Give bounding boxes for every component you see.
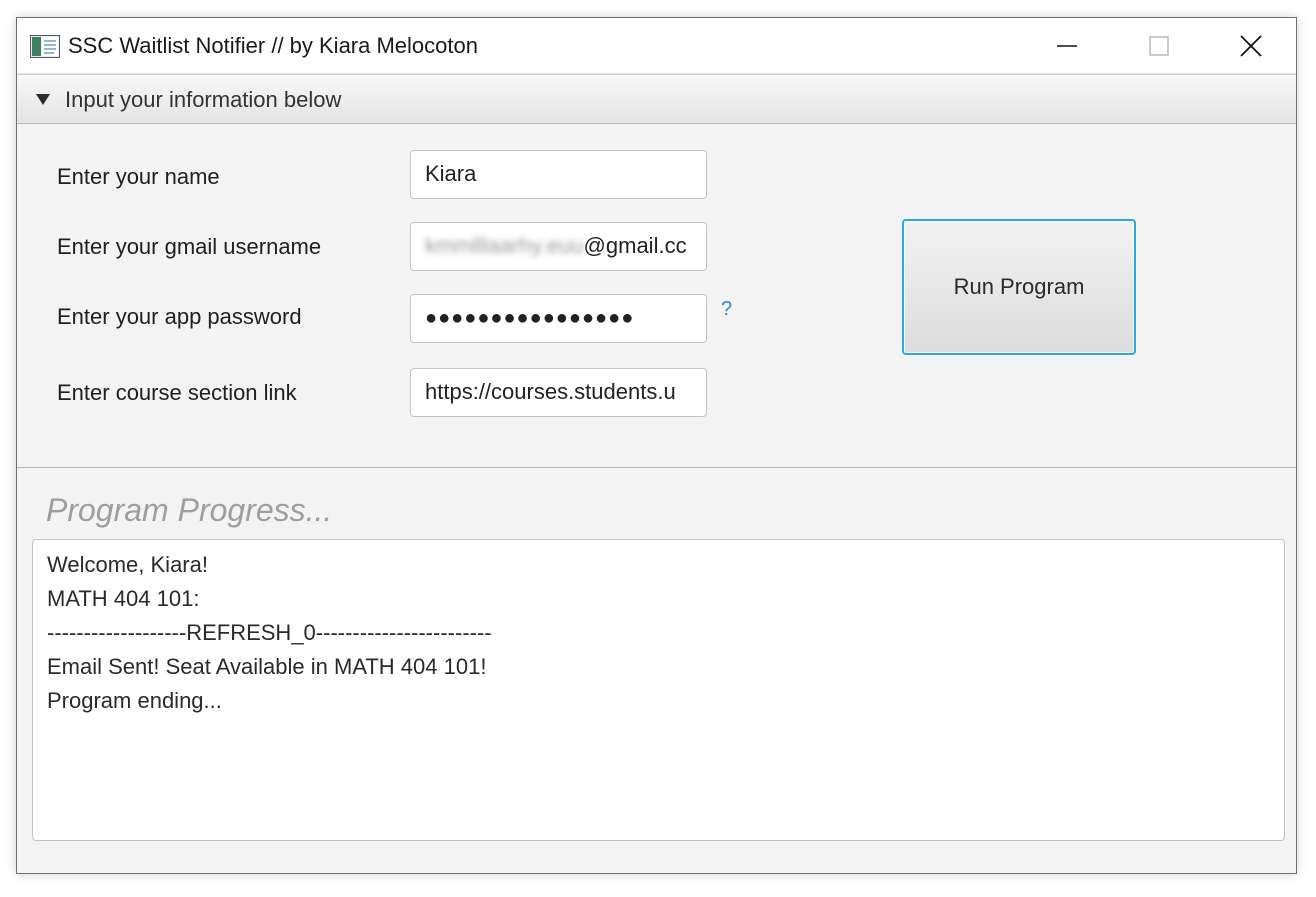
log-line: Email Sent! Seat Available in MATH 404 1… — [47, 654, 487, 679]
course-link-label: Enter course section link — [57, 380, 297, 405]
log-line: -------------------REFRESH_0------------… — [47, 620, 492, 645]
name-field[interactable]: Kiara — [410, 150, 707, 199]
log-line: MATH 404 101: — [47, 586, 200, 611]
window-title: SSC Waitlist Notifier // by Kiara Meloco… — [68, 33, 478, 58]
close-button[interactable] — [1205, 18, 1297, 74]
input-pane-title: Input your information below — [65, 87, 342, 112]
progress-log[interactable]: Welcome, Kiara! MATH 404 101: ----------… — [32, 539, 1285, 841]
course-link-field[interactable]: https://courses.students.u — [410, 368, 707, 417]
close-icon — [1240, 35, 1262, 57]
app-window: SSC Waitlist Notifier // by Kiara Meloco… — [16, 17, 1297, 874]
run-program-button[interactable]: Run Program — [902, 219, 1136, 355]
app-password-field[interactable]: ●●●●●●●●●●●●●●●● — [410, 294, 707, 343]
progress-title: Program Progress... — [46, 492, 333, 528]
obscured-email-text: kmmlllaarhy.euu — [425, 233, 584, 258]
app-password-label: Enter your app password — [57, 304, 302, 329]
maximize-button[interactable] — [1113, 18, 1205, 74]
title-bar[interactable]: SSC Waitlist Notifier // by Kiara Meloco… — [17, 18, 1296, 74]
input-pane-content: Enter your name Kiara Enter your gmail u… — [17, 124, 1296, 468]
minimize-button[interactable] — [1021, 18, 1113, 74]
log-line: Program ending... — [47, 688, 222, 713]
collapse-arrow-icon[interactable] — [36, 94, 50, 105]
log-line: Welcome, Kiara! — [47, 552, 208, 577]
app-icon — [30, 35, 60, 58]
minimize-icon — [1057, 45, 1077, 47]
input-pane-header[interactable]: Input your information below — [17, 74, 1296, 124]
name-label: Enter your name — [57, 164, 220, 189]
gmail-username-field[interactable]: kmmlllaarhy.euu@gmail.cc — [410, 222, 707, 271]
password-help-link[interactable]: ? — [721, 298, 732, 321]
gmail-username-label: Enter your gmail username — [57, 234, 322, 259]
email-domain-text: @gmail.cc — [583, 233, 687, 258]
maximize-icon — [1149, 36, 1169, 56]
